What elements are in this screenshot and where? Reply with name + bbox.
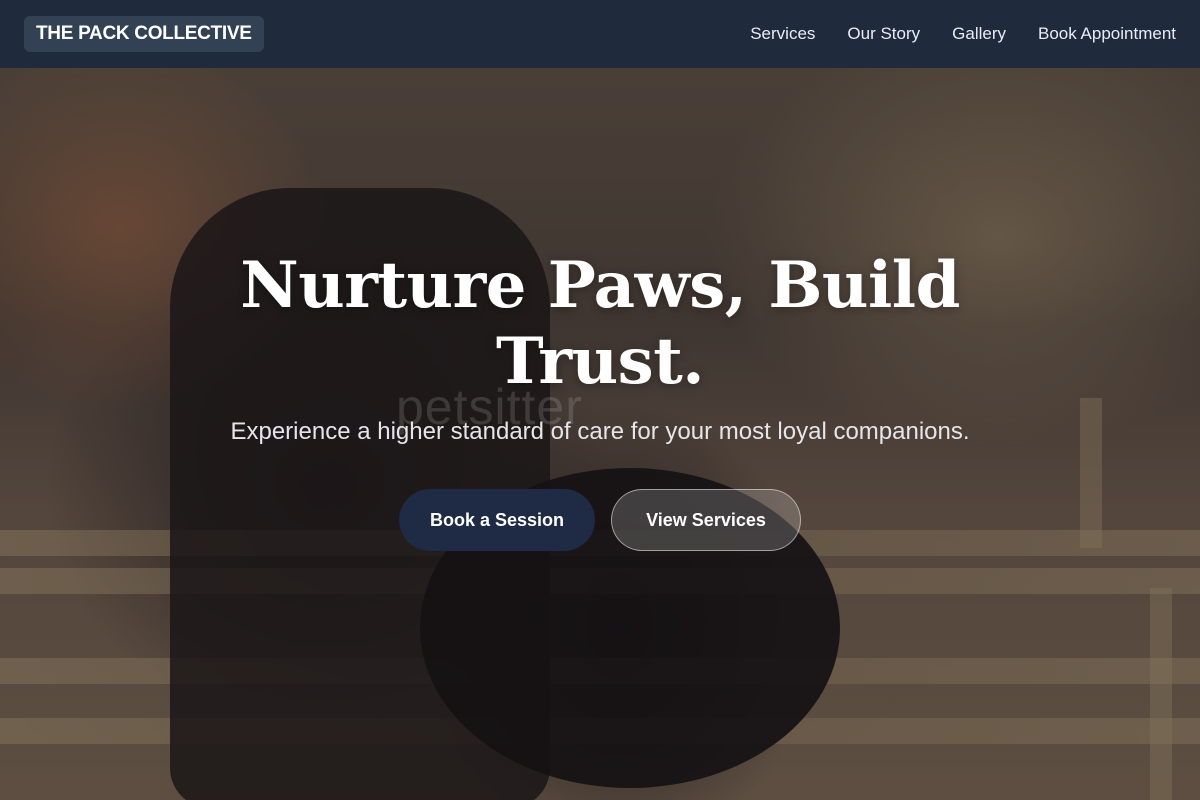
nav-item-gallery[interactable]: Gallery: [952, 24, 1006, 44]
view-services-button[interactable]: View Services: [611, 489, 801, 551]
hero-title: Nurture Paws, Build Trust.: [200, 248, 1000, 400]
navbar: THE PACK COLLECTIVE Services Our Story G…: [0, 0, 1200, 68]
hero-title-line-1: Nurture Paws, Build: [240, 248, 960, 323]
nav-item-our-story[interactable]: Our Story: [847, 24, 920, 44]
hero-subtitle: Experience a higher standard of care for…: [230, 418, 970, 445]
hero-section: petsitter Nurture Paws, Build Trust. Exp…: [0, 68, 1200, 800]
nav-links: Services Our Story Gallery Book Appointm…: [750, 24, 1176, 44]
nav-item-book-appointment[interactable]: Book Appointment: [1038, 24, 1176, 44]
hero-content: petsitter Nurture Paws, Build Trust. Exp…: [0, 68, 1200, 800]
brand-logo[interactable]: THE PACK COLLECTIVE: [24, 16, 264, 52]
hero-title-line-2: Trust.: [495, 324, 705, 399]
nav-item-services[interactable]: Services: [750, 24, 815, 44]
book-session-button[interactable]: Book a Session: [399, 489, 595, 551]
